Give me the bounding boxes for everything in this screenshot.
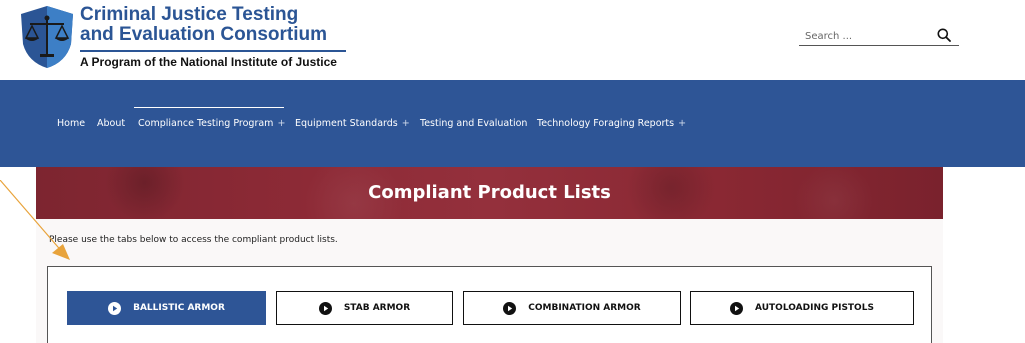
tab-label: BALLISTIC ARMOR xyxy=(133,303,225,313)
nav-item-technology-foraging-reports[interactable]: Technology Foraging Reports + xyxy=(537,118,686,129)
nav-item-label: Equipment Standards xyxy=(295,118,398,129)
intro-text: Please use the tabs below to access the … xyxy=(49,235,338,245)
tab-ballistic-armor[interactable]: BALLISTIC ARMOR xyxy=(67,291,266,325)
product-tabs: BALLISTIC ARMOR STAB ARMOR COMBINATION A… xyxy=(47,266,932,343)
nav-item-label: Compliance Testing Program xyxy=(138,118,274,129)
submenu-plus-icon[interactable]: + xyxy=(402,118,410,129)
tab-label: AUTOLOADING PISTOLS xyxy=(755,303,874,313)
play-circle-icon xyxy=(318,301,332,315)
submenu-plus-icon[interactable]: + xyxy=(678,118,686,129)
logo-tagline: A Program of the National Institute of J… xyxy=(80,55,337,69)
submenu-plus-icon[interactable]: + xyxy=(277,118,285,129)
nav-item-label: Technology Foraging Reports xyxy=(537,118,675,129)
search-form xyxy=(799,26,959,46)
nav-item-compliance-testing-program[interactable]: Compliance Testing Program + xyxy=(138,118,285,129)
tab-combination-armor[interactable]: COMBINATION ARMOR xyxy=(463,291,681,325)
search-input[interactable] xyxy=(805,28,935,44)
play-circle-icon xyxy=(108,301,122,315)
page-banner: Compliant Product Lists xyxy=(36,167,943,219)
nav-item-home[interactable]: Home xyxy=(57,118,85,129)
search-icon[interactable] xyxy=(937,28,951,47)
logo-divider xyxy=(80,50,346,52)
site-header: Criminal Justice Testing and Evaluation … xyxy=(0,0,1025,80)
tab-label: STAB ARMOR xyxy=(343,303,411,313)
tab-label: COMBINATION ARMOR xyxy=(528,303,641,313)
nav-item-about[interactable]: About xyxy=(97,118,125,129)
nav-item-testing-and-evaluation[interactable]: Testing and Evaluation xyxy=(420,118,527,129)
scales-of-justice-shield-icon xyxy=(21,6,73,68)
nav-item-label: Testing and Evaluation xyxy=(420,118,528,129)
nav-item-equipment-standards[interactable]: Equipment Standards + xyxy=(295,118,410,129)
main-content: Compliant Product Lists Please use the t… xyxy=(36,167,943,343)
logo-title: Criminal Justice Testing and Evaluation … xyxy=(80,5,327,45)
nav-item-label: About xyxy=(97,118,126,129)
play-circle-icon xyxy=(503,301,517,315)
active-nav-indicator xyxy=(134,107,284,108)
nav-item-label: Home xyxy=(57,118,86,129)
logo-title-line2: and Evaluation Consortium xyxy=(80,24,328,45)
logo-title-line1: Criminal Justice Testing xyxy=(80,4,299,25)
main-navigation: Home About Compliance Testing Program + E… xyxy=(0,80,1025,167)
tab-autoloading-pistols[interactable]: AUTOLOADING PISTOLS xyxy=(690,291,914,325)
play-circle-icon xyxy=(730,301,744,315)
site-logo[interactable]: Criminal Justice Testing and Evaluation … xyxy=(18,4,348,74)
page-title: Compliant Product Lists xyxy=(368,182,611,203)
tab-stab-armor[interactable]: STAB ARMOR xyxy=(276,291,453,325)
